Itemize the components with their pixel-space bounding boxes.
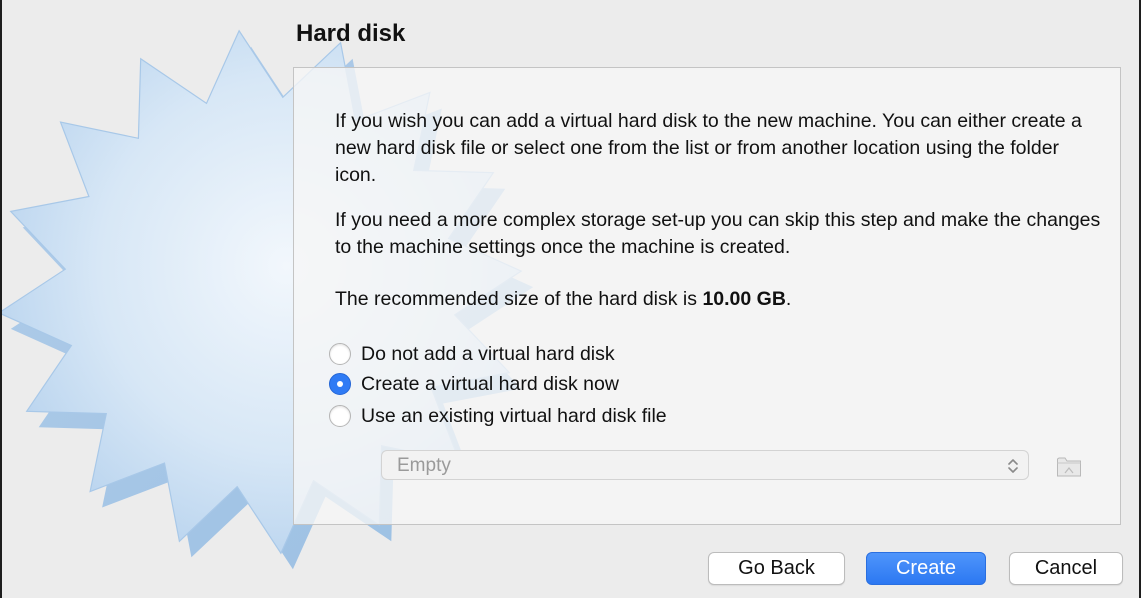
storage-hint-text: If you need a more complex storage set-u… bbox=[335, 209, 1101, 258]
cancel-button[interactable]: Cancel bbox=[1009, 552, 1123, 585]
go-back-button[interactable]: Go Back bbox=[708, 552, 845, 585]
option-use-existing-label: Use an existing virtual hard disk file bbox=[361, 404, 667, 427]
radio-use-existing[interactable] bbox=[329, 405, 351, 427]
recommended-size-text: The recommended size of the hard disk is… bbox=[335, 286, 1105, 313]
page-title: Hard disk bbox=[296, 20, 406, 47]
option-no-disk-label: Do not add a virtual hard disk bbox=[361, 342, 615, 365]
create-button[interactable]: Create bbox=[866, 552, 986, 585]
option-create-now-label: Create a virtual hard disk now bbox=[361, 372, 619, 395]
existing-disk-select[interactable]: Empty bbox=[381, 450, 1029, 480]
radio-no-disk[interactable] bbox=[329, 343, 351, 365]
intro-text: If you wish you can add a virtual hard d… bbox=[335, 110, 1082, 186]
radio-create-now[interactable] bbox=[329, 373, 351, 395]
recommended-size-prefix: The recommended size of the hard disk is bbox=[335, 288, 703, 310]
folder-icon[interactable] bbox=[1056, 454, 1082, 478]
chevron-updown-icon bbox=[1008, 459, 1018, 473]
recommended-size-value: 10.00 GB bbox=[702, 288, 786, 310]
option-no-disk[interactable]: Do not add a virtual hard disk bbox=[329, 340, 615, 368]
wizard-window: Hard disk If you wish you can add a virt… bbox=[0, 0, 1141, 598]
option-create-now[interactable]: Create a virtual hard disk now bbox=[329, 370, 619, 398]
existing-disk-select-value: Empty bbox=[397, 455, 451, 476]
content-panel: If you wish you can add a virtual hard d… bbox=[293, 67, 1121, 525]
option-use-existing[interactable]: Use an existing virtual hard disk file bbox=[329, 402, 667, 430]
recommended-size-suffix: . bbox=[785, 288, 792, 310]
